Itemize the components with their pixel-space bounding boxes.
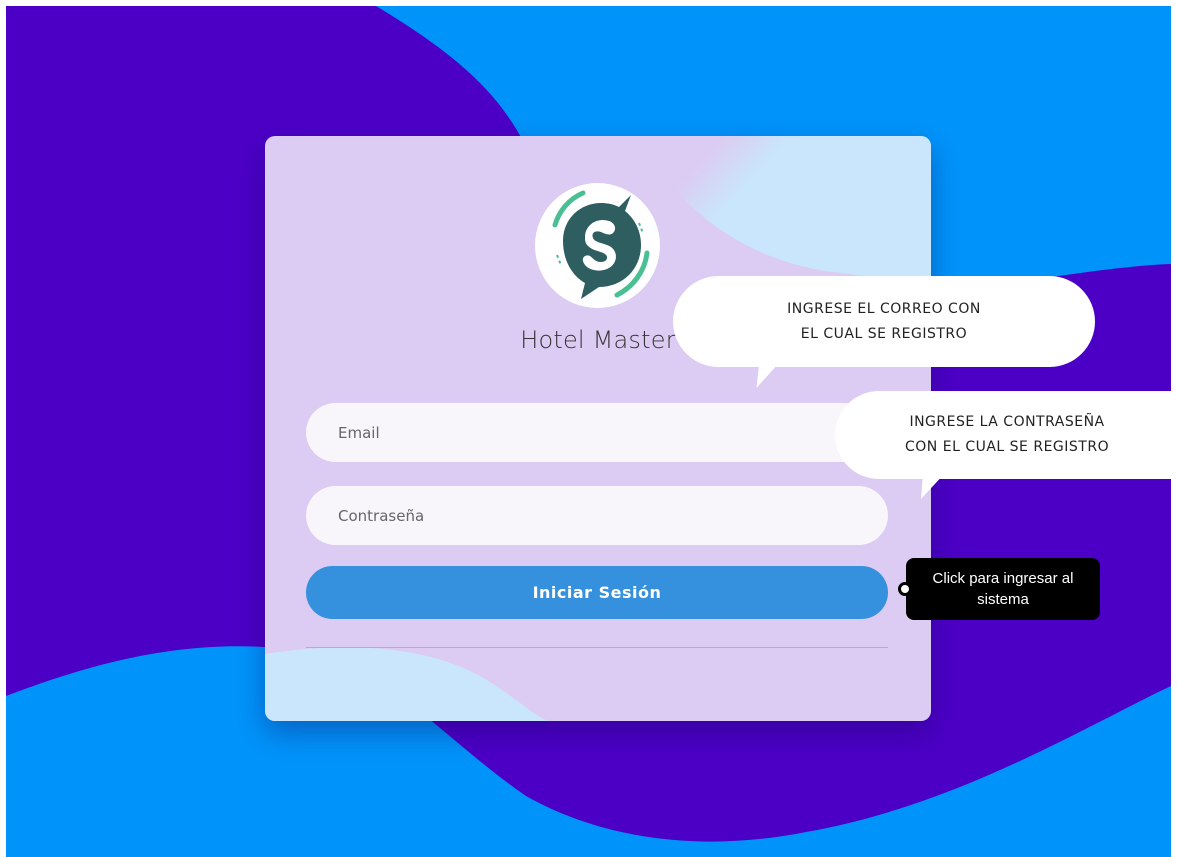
hotel-master-s-logo-icon	[552, 190, 650, 299]
login-page: Hotel Master Iniciar Sesión INGRESE EL C…	[6, 6, 1171, 857]
password-hint-bubble: INGRESE LA CONTRASEÑA CON EL CUAL SE REG…	[835, 391, 1171, 499]
login-tooltip-text: Click para ingresar al sistema	[932, 570, 1074, 608]
email-hint-text: INGRESE EL CORREO CON EL CUAL SE REGISTR…	[787, 300, 981, 342]
email-input[interactable]	[306, 403, 888, 462]
login-tooltip: Click para ingresar al sistema	[898, 558, 1100, 620]
login-button[interactable]: Iniciar Sesión	[306, 566, 888, 619]
tooltip-pointer-icon	[898, 582, 912, 596]
divider	[306, 647, 888, 648]
login-card: Hotel Master Iniciar Sesión	[265, 136, 931, 721]
email-hint-bubble: INGRESE EL CORREO CON EL CUAL SE REGISTR…	[673, 276, 1095, 388]
password-input[interactable]	[306, 486, 888, 545]
logo	[535, 183, 660, 308]
password-hint-text: INGRESE LA CONTRASEÑA CON EL CUAL SE REG…	[905, 414, 1110, 455]
